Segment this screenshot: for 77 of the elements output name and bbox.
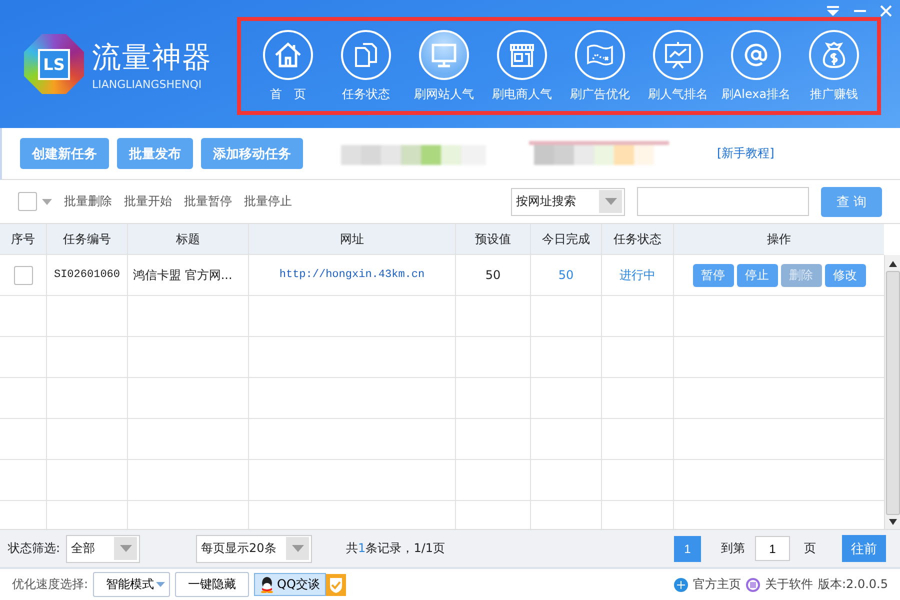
- shield-icon[interactable]: [326, 574, 346, 596]
- page-button[interactable]: 1: [674, 536, 701, 562]
- search-field[interactable]: [637, 187, 809, 216]
- table-cell: 50: [456, 255, 531, 295]
- status-filter-select[interactable]: 全部: [66, 534, 140, 562]
- scroll-down-icon[interactable]: [888, 519, 896, 525]
- column-header: 操作: [766, 230, 792, 248]
- page-number-field[interactable]: 1: [755, 536, 790, 561]
- page-unit-label: 页: [804, 540, 816, 557]
- status-text: 进行中: [602, 255, 674, 295]
- search-mode-select[interactable]: 按网址搜索: [511, 188, 625, 216]
- row-action-button[interactable]: 修改: [824, 264, 866, 286]
- speed-label: 优化速度选择:: [12, 576, 88, 593]
- column-header: 预设值: [456, 224, 531, 254]
- penguin-icon: [260, 576, 274, 592]
- scroll-up-icon[interactable]: [888, 261, 896, 267]
- homepage-link[interactable]: 官方主页: [692, 576, 741, 593]
- column-header: 任务编号: [47, 224, 128, 254]
- url-link[interactable]: http://hongxin.43km.cn: [249, 255, 456, 295]
- documents-icon: [341, 30, 391, 80]
- dropdown-icon[interactable]: [826, 5, 840, 17]
- record-count: 共1条记录，1/1页: [346, 540, 445, 557]
- batch-action-link[interactable]: 批量暂停: [184, 193, 232, 210]
- nav-tab[interactable]: 刷广告优化: [561, 30, 639, 102]
- column-header: 任务状态: [602, 224, 674, 254]
- table-cell: SI02601060: [47, 255, 128, 295]
- nav-tab[interactable]: 首 页: [249, 30, 327, 102]
- hide-button[interactable]: 一键隐藏: [175, 572, 250, 597]
- row-action-button[interactable]: 停止: [736, 264, 778, 286]
- caret-icon: [292, 545, 304, 552]
- close-icon[interactable]: [880, 5, 892, 17]
- row-checkbox[interactable]: [14, 266, 32, 284]
- goto-label: 到第: [721, 540, 745, 557]
- table-cell: 鸿信卡盟 官方网...: [128, 255, 249, 295]
- query-button[interactable]: 查 询: [821, 186, 882, 216]
- storefront-icon: [497, 30, 547, 80]
- at-sign-icon: [731, 30, 781, 80]
- version-text: 版本:2.0.0.5: [818, 576, 888, 593]
- select-all-checkbox[interactable]: [18, 192, 37, 211]
- page-size-select[interactable]: 每页显示20条: [196, 534, 312, 562]
- logo-icon: LS: [24, 34, 84, 94]
- nav-tab[interactable]: 刷网站人气: [405, 30, 483, 102]
- app-title: 流量神器: [92, 38, 212, 76]
- map-icon: [575, 30, 625, 80]
- monitor-icon: [419, 30, 469, 80]
- go-button[interactable]: 往前: [842, 535, 886, 562]
- toolbar-button[interactable]: 批量发布: [117, 138, 193, 169]
- money-bag-icon: [809, 30, 859, 80]
- column-header: 标题: [128, 224, 249, 254]
- batch-action-link[interactable]: 批量开始: [124, 193, 172, 210]
- scrollbar[interactable]: [884, 255, 900, 529]
- caret-icon: [156, 582, 166, 587]
- toolbar-button[interactable]: 创建新任务: [20, 138, 109, 169]
- column-header: 今日完成: [531, 224, 602, 254]
- nav-tab[interactable]: 刷人气排名: [639, 30, 717, 102]
- qq-chat-button[interactable]: QQ交谈: [254, 573, 326, 596]
- tutorial-link[interactable]: [新手教程]: [717, 145, 774, 162]
- chart-board-icon: [653, 30, 703, 80]
- speed-mode-dropdown[interactable]: 智能模式: [93, 572, 170, 597]
- column-header: 序号: [0, 224, 47, 254]
- row-action-button[interactable]: 暂停: [692, 264, 734, 286]
- column-header: 网址: [249, 224, 456, 254]
- batch-action-link[interactable]: 批量删除: [64, 193, 112, 210]
- about-link[interactable]: 关于软件: [764, 576, 813, 593]
- app-subtitle: LIANGLIANGSHENQI: [92, 78, 203, 90]
- filter-label: 状态筛选:: [8, 540, 60, 557]
- nav-tab[interactable]: 任务状态: [327, 30, 405, 102]
- caret-icon: [120, 545, 132, 552]
- nav-tab[interactable]: 刷Alexa排名: [717, 30, 795, 102]
- caret-icon[interactable]: [42, 198, 52, 204]
- table-cell: 50: [531, 255, 602, 295]
- nav-tab[interactable]: 推广赚钱: [795, 30, 873, 102]
- house-icon: [263, 30, 313, 80]
- caret-icon: [604, 198, 616, 205]
- nav-tab[interactable]: 刷电商人气: [483, 30, 561, 102]
- batch-action-link[interactable]: 批量停止: [244, 193, 292, 210]
- toolbar-button[interactable]: 添加移动任务: [201, 138, 303, 169]
